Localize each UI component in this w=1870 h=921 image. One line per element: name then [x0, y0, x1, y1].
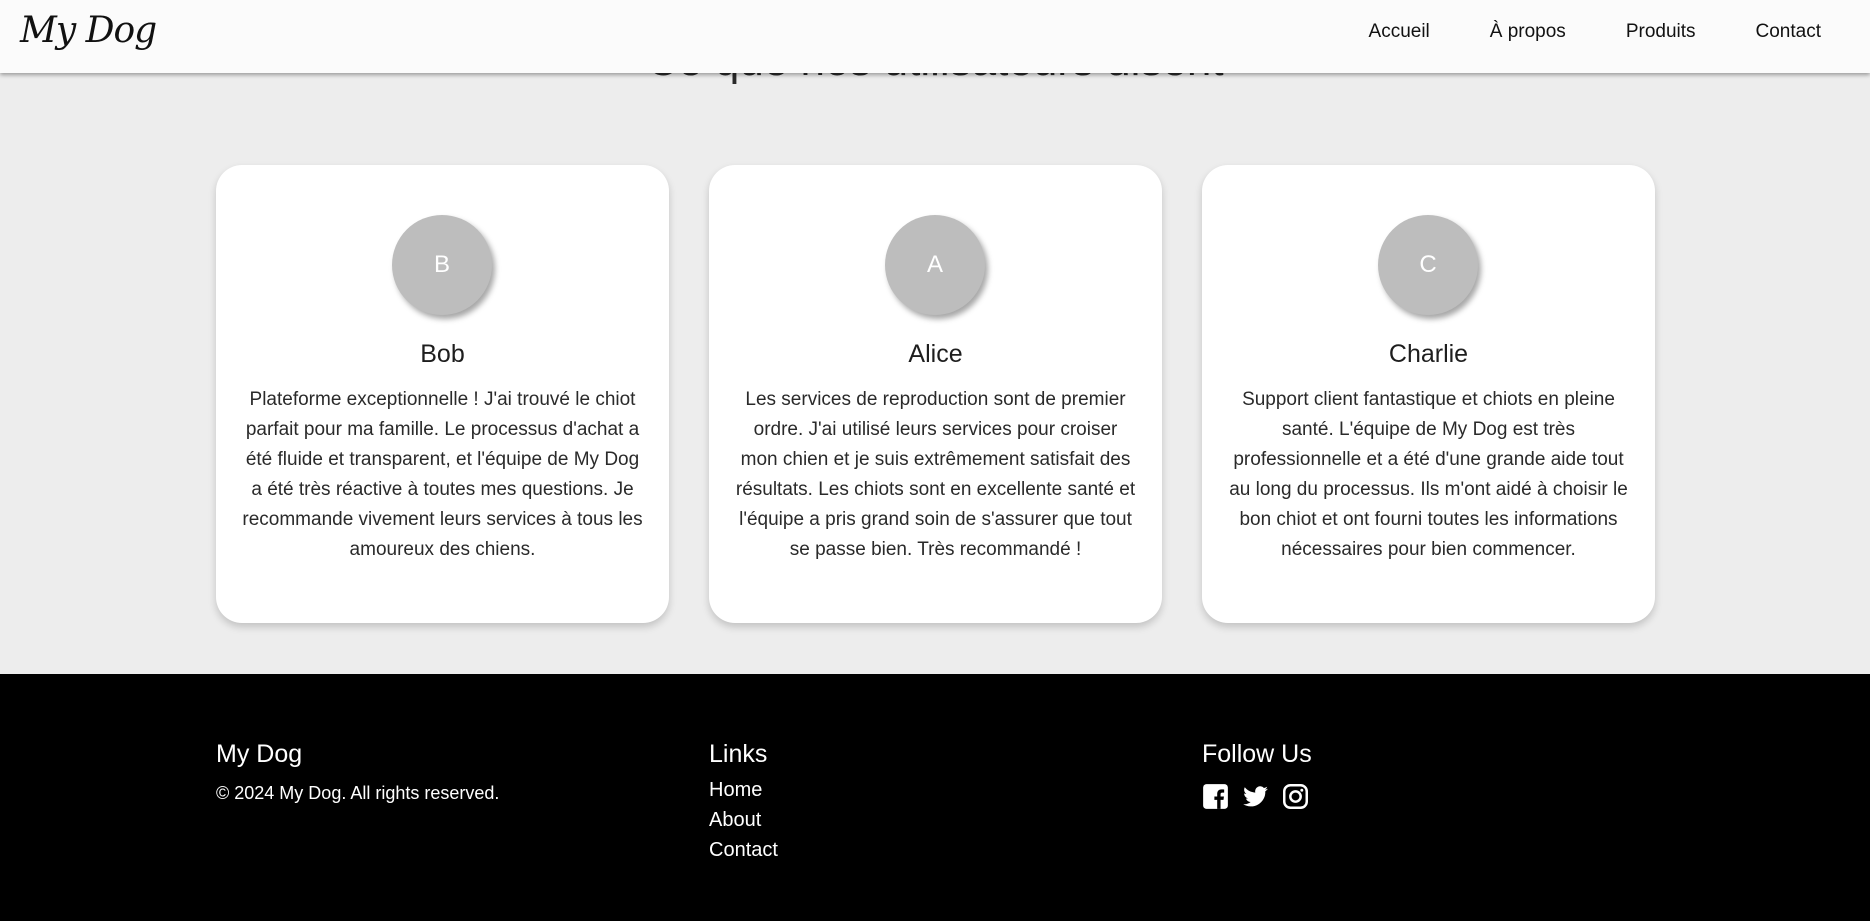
footer-link-home[interactable]: Home	[709, 775, 778, 805]
testimonial-name: Alice	[908, 340, 963, 368]
footer-brand: My Dog © 2024 My Dog. All rights reserve…	[216, 740, 499, 804]
footer-links: Links Home About Contact	[709, 740, 778, 865]
main-nav: Accueil À propos Produits Contact	[1309, 21, 1821, 43]
testimonial-name: Bob	[420, 340, 465, 368]
nav-link-produits[interactable]: Produits	[1626, 21, 1696, 43]
twitter-icon[interactable]	[1242, 783, 1269, 810]
testimonial-name: Charlie	[1388, 340, 1469, 368]
footer-link-about[interactable]: About	[709, 805, 778, 835]
instagram-icon[interactable]	[1282, 783, 1309, 810]
nav-link-contact[interactable]: Contact	[1756, 21, 1821, 43]
testimonial-text: Les services de reproduction sont de pre…	[735, 389, 1136, 560]
testimonial-text: Support client fantastique et chiots en …	[1229, 389, 1628, 560]
logo[interactable]: My Dog	[20, 10, 157, 51]
nav-link-accueil[interactable]: Accueil	[1369, 21, 1430, 43]
site-footer: My Dog © 2024 My Dog. All rights reserve…	[0, 674, 1870, 921]
testimonial-text: Plateforme exceptionnelle ! J'ai trouvé …	[242, 389, 643, 560]
testimonial-card-bob: B Bob Plateforme exceptionnelle ! J'ai t…	[216, 165, 669, 623]
footer-follow-title: Follow Us	[1202, 740, 1312, 768]
avatar: A	[885, 215, 985, 315]
footer-copyright: © 2024 My Dog. All rights reserved.	[216, 783, 500, 803]
footer-links-title: Links	[709, 740, 768, 768]
avatar: B	[392, 215, 492, 315]
facebook-icon[interactable]	[1202, 783, 1229, 810]
site-header: My Dog Accueil À propos Produits Contact	[0, 0, 1870, 73]
social-icons	[1202, 783, 1312, 810]
footer-link-contact[interactable]: Contact	[709, 835, 778, 865]
avatar: C	[1378, 215, 1478, 315]
footer-follow: Follow Us	[1202, 740, 1312, 810]
footer-brand-title: My Dog	[216, 740, 303, 768]
testimonial-card-charlie: C Charlie Support client fantastique et …	[1202, 165, 1655, 623]
testimonial-card-alice: A Alice Les services de reproduction son…	[709, 165, 1162, 623]
nav-link-a-propos[interactable]: À propos	[1490, 21, 1566, 43]
